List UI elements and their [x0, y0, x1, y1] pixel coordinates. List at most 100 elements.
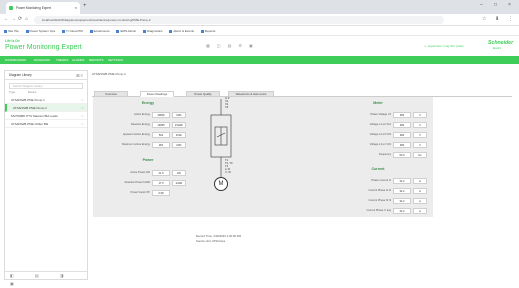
back-icon[interactable]: ← [4, 16, 9, 22]
list-item-label: ATS/ESWB PME Pump 2 [13, 106, 47, 110]
new-tab-button[interactable]: + [83, 3, 87, 9]
field-label: Power Factor PF [130, 191, 150, 194]
one-line-diagram: G P X1 X2 X3 T1 T2, T3 T4 A, B C, W M [205, 97, 237, 217]
bookmark-icon [4, 29, 7, 33]
list-item-label: MV/SWBD PTS Stations Bld Loads [11, 114, 58, 118]
bookmark-icon [89, 29, 93, 33]
list-item[interactable]: ATS/ESWB PME Pump 1 ☆ [5, 96, 87, 104]
bookmark-star-icon[interactable]: ☆ [482, 16, 486, 22]
trend-icon[interactable]: ▤ [228, 43, 239, 48]
field-value: 60.0 [393, 152, 411, 158]
field-unit: kW [172, 170, 186, 176]
meter-field: Voltage L2-L3 V23 480 V [331, 132, 427, 138]
meter-section-title: Meter [373, 101, 383, 105]
menu-diagrams[interactable]: DIAGRAMS [34, 56, 50, 64]
field-label: Current Phase I I avg [366, 209, 391, 212]
energy-field: Active Energy 43846 kWh [93, 112, 186, 118]
field-value: 32.2 [393, 208, 411, 214]
close-tab-icon[interactable]: × [75, 2, 77, 14]
sidebar-title: Diagram Library [9, 73, 32, 77]
maximize-button[interactable]: □ [494, 2, 497, 8]
field-unit: A [413, 208, 427, 214]
menu-dashboards[interactable]: DASHBOARDS [5, 56, 26, 64]
field-unit: kVAR [172, 180, 186, 186]
field-label: Phase Voltage V1 [370, 113, 391, 116]
motor-symbol[interactable]: M [214, 177, 228, 191]
field-value: 21.5 [152, 170, 170, 176]
menu-trends[interactable]: TRENDS [56, 56, 68, 64]
bookmark-item[interactable]: Reports [200, 26, 215, 36]
filter-device[interactable]: Device [28, 90, 37, 94]
bookmark-icon [62, 29, 66, 33]
bookmarks-bar: Site Tile Power System Ops Tr Cloud PM E… [0, 26, 519, 36]
sidebar-footer-icons[interactable]: ◧ ▤ ◨ ▣ [5, 271, 87, 286]
main-menu-bar: DASHBOARDS DIAGRAMS TRENDS ALARMS REPORT… [0, 56, 519, 64]
home-icon[interactable]: ⌂ [25, 16, 28, 22]
power-field: Reactive Power kVAR 17.5 kVAR [93, 180, 186, 186]
power-field: Power Factor PF 0.98 [93, 190, 186, 196]
star-icon[interactable]: ☆ [81, 96, 84, 103]
bookmark-item[interactable]: EMS Admin [116, 26, 136, 36]
field-value: 32.2 [393, 188, 411, 194]
browser-tab[interactable]: Power Monitoring Expert × [6, 2, 80, 14]
list-item[interactable]: ATS/ESWB PME Chiller Bld ☆ [5, 120, 87, 128]
bookmark-item[interactable]: Alarm & Events [169, 26, 194, 36]
forward-icon[interactable]: → [11, 16, 16, 22]
menu-settings[interactable]: SETTINGS [108, 56, 123, 64]
diagram-icon[interactable]: ◫ [217, 43, 228, 48]
bookmark-item[interactable]: Diagnostics [143, 26, 163, 36]
energy-field: Apparent Active Energy 502 kVAh [93, 132, 186, 138]
minimize-button[interactable]: – [480, 2, 483, 8]
readings-panel: Energy Active Energy 43846 kWh Reactive En… [93, 97, 433, 217]
field-label: Reactive Energy [130, 123, 150, 126]
list-item[interactable]: MV/SWBD PTS Stations Bld Loads ☆ [5, 112, 87, 120]
logo-subtitle: Electric [493, 47, 502, 50]
download-icon[interactable]: ⬇ [495, 16, 499, 22]
user-menu[interactable]: ☺ supervisor | Log Out | Help [424, 44, 463, 48]
bookmark-icon [200, 29, 204, 33]
current-section-title: Current [371, 167, 385, 171]
star-icon[interactable]: ☆ [81, 112, 84, 119]
menu-alarms[interactable]: ALARMS [72, 56, 84, 64]
star-icon[interactable]: ☆ [81, 120, 84, 127]
field-value: 0.98 [152, 190, 170, 196]
dashboard-icon[interactable]: ▦ [206, 43, 217, 48]
field-value: 381 [152, 142, 170, 148]
breadcrumb: ATS/ESWB PME Pump 2 [92, 72, 126, 76]
url-input[interactable]: localhost/Web/#/diagrams/equipment/view/… [34, 16, 444, 24]
field-label: Frequency [378, 153, 391, 156]
browser-menu-icon[interactable]: ⋮ [508, 16, 513, 22]
current-field: Current Phase I I avg 32.2 A [331, 208, 427, 214]
filter-type[interactable]: Type [9, 90, 15, 94]
record-info: Record Time: 2/18/2023 1:20:36 PM Source… [196, 234, 241, 243]
field-value: 14835 [152, 122, 170, 128]
field-label: Apparent Active Energy [122, 133, 150, 136]
field-value: 17.5 [152, 180, 170, 186]
bookmark-item[interactable]: Site Tile [4, 26, 19, 36]
current-field: Current Phase I2 I2 32.2 A [331, 188, 427, 194]
meter-field: Voltage L3-L1 V31 480 V [331, 142, 427, 148]
star-icon[interactable]: ☆ [81, 104, 84, 111]
bookmark-item[interactable]: Ecostruxure [89, 26, 110, 36]
menu-reports[interactable]: REPORTS [89, 56, 103, 64]
address-bar-row: ← → ⟳ ⌂ localhost/Web/#/diagrams/equipme… [0, 14, 519, 26]
current-field: Phase Current I1 32.2 A [331, 178, 427, 184]
close-window-button[interactable]: × [508, 2, 511, 8]
field-label: Maximum Active Energy [122, 143, 150, 146]
browser-tab-title: Power Monitoring Expert [16, 6, 51, 10]
field-label: Current Phase I3 I3 [368, 199, 392, 202]
bookmark-item[interactable]: Tr Cloud PM [62, 26, 83, 36]
sidebar-view-icons[interactable]: ⊞ ≡ [76, 71, 83, 80]
bookmark-item[interactable]: Power System Ops [25, 26, 55, 36]
field-unit: kWh [172, 142, 186, 148]
reload-icon[interactable]: ⟳ [18, 16, 22, 22]
settings-icon[interactable]: ⚙ [238, 43, 249, 48]
field-unit: V [413, 142, 427, 148]
field-label: Voltage L1-L2 V12 [369, 123, 391, 126]
meter-field: Frequency 60.0 Hz [331, 152, 427, 158]
report-icon[interactable]: ▣ [249, 43, 260, 48]
list-item-selected[interactable]: ATS/ESWB PME Pump 2 ☆ [5, 104, 87, 112]
field-label: Reactive Power kVAR [124, 181, 150, 184]
app-title: Power Monitoring Expert [5, 44, 82, 51]
field-value: 480 [393, 112, 411, 118]
